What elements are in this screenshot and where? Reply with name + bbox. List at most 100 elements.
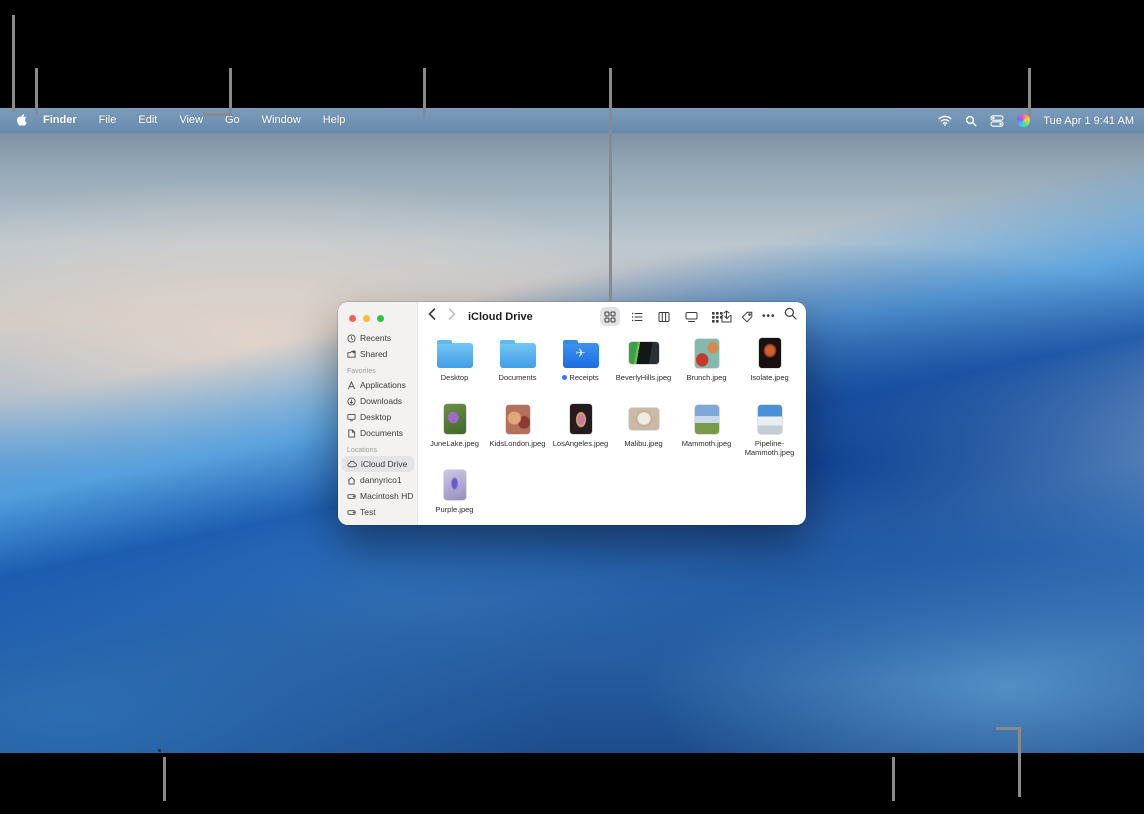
file-label: LosAngeles.jpeg bbox=[553, 439, 608, 448]
file-item-isolate[interactable]: Isolate.jpeg bbox=[738, 335, 801, 401]
document-icon bbox=[347, 429, 356, 438]
menu-help[interactable]: Help bbox=[312, 108, 357, 133]
file-label: Desktop bbox=[441, 373, 469, 382]
callout-line-trash-vertical bbox=[1018, 727, 1021, 797]
callout-line-finder-dock bbox=[163, 757, 166, 801]
callout-line-apple-menu bbox=[12, 15, 15, 112]
photo-thumbnail bbox=[695, 339, 719, 368]
callout-line-app-menu bbox=[35, 68, 38, 115]
callout-line-settings-dock bbox=[892, 757, 895, 801]
menu-file[interactable]: File bbox=[88, 108, 128, 133]
hard-drive-icon bbox=[347, 508, 356, 517]
sidebar-label: iCloud Drive bbox=[361, 459, 407, 469]
apple-menu[interactable] bbox=[10, 114, 32, 128]
icon-view-button[interactable] bbox=[600, 307, 620, 326]
sidebar-item-test[interactable]: Test bbox=[342, 504, 414, 520]
sidebar-section-favorites: Favorites bbox=[342, 367, 414, 377]
photo-thumbnail bbox=[444, 470, 466, 500]
callout-line-help-vertical bbox=[229, 68, 232, 116]
file-item-purple[interactable]: Purple.jpeg bbox=[423, 467, 486, 533]
file-item-desktop[interactable]: Desktop bbox=[423, 335, 486, 401]
sidebar-item-recents[interactable]: Recents bbox=[342, 330, 414, 346]
column-view-button[interactable] bbox=[654, 307, 674, 326]
file-label: Brunch.jpeg bbox=[686, 373, 726, 382]
forward-button[interactable] bbox=[448, 308, 456, 320]
list-view-button[interactable] bbox=[627, 307, 647, 326]
callout-line-finder-window bbox=[609, 68, 612, 302]
sidebar-item-dannyrico1[interactable]: dannyrico1 bbox=[342, 472, 414, 488]
search-icon[interactable] bbox=[784, 307, 797, 320]
sidebar-item-applications[interactable]: Applications bbox=[342, 377, 414, 393]
finder-toolbar: iCloud Drive ••• bbox=[418, 302, 806, 332]
sidebar-label: Recents bbox=[360, 333, 391, 343]
callout-line-status-menus bbox=[1028, 68, 1031, 116]
file-item-losangeles[interactable]: LosAngeles.jpeg bbox=[549, 401, 612, 467]
window-title: iCloud Drive bbox=[468, 311, 533, 323]
share-icon[interactable] bbox=[721, 310, 732, 323]
sidebar-item-shared[interactable]: Shared bbox=[342, 346, 414, 362]
sidebar-item-documents[interactable]: Documents bbox=[342, 425, 414, 441]
photo-thumbnail bbox=[444, 404, 466, 434]
minimize-button[interactable] bbox=[363, 315, 370, 322]
tags-icon[interactable] bbox=[741, 311, 753, 323]
menu-edit[interactable]: Edit bbox=[127, 108, 168, 133]
shared-folder-icon bbox=[347, 350, 356, 359]
finder-running-indicator bbox=[158, 749, 161, 752]
sidebar-label: Desktop bbox=[360, 412, 391, 422]
photo-thumbnail bbox=[629, 342, 659, 364]
sidebar-label: Test bbox=[360, 507, 376, 517]
photo-thumbnail bbox=[758, 405, 782, 434]
file-label: BeverlyHills.jpeg bbox=[616, 373, 671, 382]
applications-icon bbox=[347, 381, 356, 390]
photo-thumbnail bbox=[506, 405, 530, 434]
hard-drive-icon bbox=[347, 492, 356, 501]
photo-thumbnail bbox=[570, 404, 592, 434]
menu-window[interactable]: Window bbox=[251, 108, 312, 133]
menu-go[interactable]: Go bbox=[214, 108, 251, 133]
desktop-icon bbox=[347, 413, 356, 422]
sidebar-item-macintosh-hd[interactable]: Macintosh HD bbox=[342, 488, 414, 504]
menu-bar-clock[interactable]: Tue Apr 1 9:41 AM bbox=[1043, 115, 1134, 127]
file-grid: Desktop Documents Receipts BeverlyHills.… bbox=[423, 335, 801, 533]
file-item-malibu[interactable]: Malibu.jpeg bbox=[612, 401, 675, 467]
finder-window: Recents Shared Favorites Applications Do… bbox=[338, 302, 806, 525]
menu-view[interactable]: View bbox=[168, 108, 214, 133]
file-item-beverlyhills[interactable]: BeverlyHills.jpeg bbox=[612, 335, 675, 401]
gallery-view-button[interactable] bbox=[681, 307, 701, 326]
file-item-receipts[interactable]: Receipts bbox=[549, 335, 612, 401]
sync-status-dot bbox=[562, 375, 567, 380]
sidebar-section-locations: Locations bbox=[342, 446, 414, 456]
finder-sidebar: Recents Shared Favorites Applications Do… bbox=[338, 302, 418, 525]
file-item-documents[interactable]: Documents bbox=[486, 335, 549, 401]
file-item-brunch[interactable]: Brunch.jpeg bbox=[675, 335, 738, 401]
back-button[interactable] bbox=[428, 308, 436, 320]
menu-finder[interactable]: Finder bbox=[32, 108, 88, 133]
menu-bar: Finder File Edit View Go Window Help bbox=[0, 108, 1144, 133]
home-icon bbox=[347, 476, 356, 485]
photo-thumbnail bbox=[629, 408, 659, 430]
close-button[interactable] bbox=[349, 315, 356, 322]
file-label: KidsLondon.jpeg bbox=[490, 439, 546, 448]
wifi-icon[interactable] bbox=[938, 115, 952, 126]
documentation-figure: Finder File Edit View Go Window Help bbox=[0, 0, 1144, 814]
folder-icon bbox=[500, 343, 536, 368]
file-item-kidslondon[interactable]: KidsLondon.jpeg bbox=[486, 401, 549, 467]
clock-icon bbox=[347, 334, 356, 343]
file-item-pipeline-mammoth[interactable]: Pipeline-Mammoth.jpeg bbox=[738, 401, 801, 467]
sidebar-label: Downloads bbox=[360, 396, 402, 406]
sidebar-item-desktop[interactable]: Desktop bbox=[342, 409, 414, 425]
file-item-junelake[interactable]: JuneLake.jpeg bbox=[423, 401, 486, 467]
sidebar-item-downloads[interactable]: Downloads bbox=[342, 393, 414, 409]
control-center-icon[interactable] bbox=[990, 115, 1004, 127]
spotlight-search-icon[interactable] bbox=[965, 115, 977, 127]
sidebar-item-icloud-drive[interactable]: iCloud Drive bbox=[342, 456, 414, 472]
apple-logo-icon bbox=[15, 114, 27, 128]
travel-folder-icon bbox=[563, 343, 599, 368]
file-item-mammoth[interactable]: Mammoth.jpeg bbox=[675, 401, 738, 467]
callout-line-help-horizontal bbox=[203, 113, 232, 116]
sidebar-label: dannyrico1 bbox=[360, 475, 402, 485]
file-label: Mammoth.jpeg bbox=[682, 439, 732, 448]
more-options-button[interactable]: ••• bbox=[762, 307, 776, 326]
cloud-icon bbox=[347, 460, 357, 468]
zoom-button[interactable] bbox=[377, 315, 384, 322]
